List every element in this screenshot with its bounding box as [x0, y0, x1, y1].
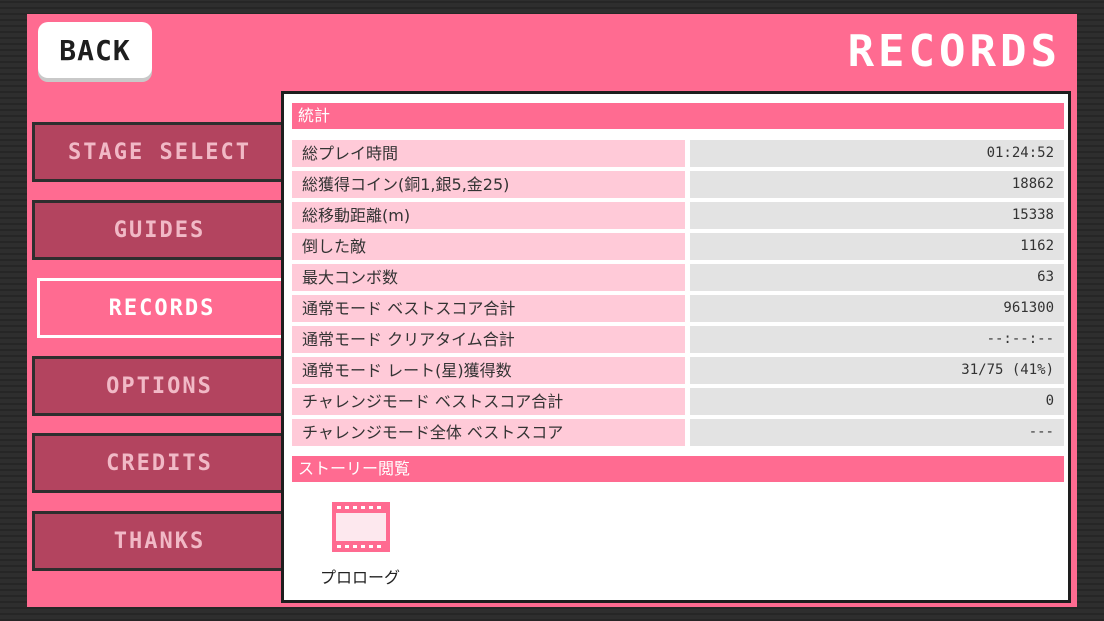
nav-item-credits[interactable]: CREDITS	[32, 433, 284, 493]
stat-label: チャレンジモード ベストスコア合計	[292, 388, 685, 415]
stat-row: 通常モード ベストスコア合計 961300	[292, 293, 1064, 324]
stat-value: 63	[690, 264, 1064, 291]
records-panel[interactable]: 統計 総プレイ時間 01:24:52 総獲得コイン(銅1,銀5,金25) 188…	[281, 91, 1071, 603]
stat-value: --:--:--	[690, 326, 1064, 353]
stat-row: 総プレイ時間 01:24:52	[292, 138, 1064, 169]
stat-row: チャレンジモード全体 ベストスコア ---	[292, 417, 1064, 448]
stat-value: 1162	[690, 233, 1064, 260]
stat-label: 通常モード レート(星)獲得数	[292, 357, 685, 384]
stat-row: 通常モード クリアタイム合計 --:--:--	[292, 324, 1064, 355]
stat-label: チャレンジモード全体 ベストスコア	[292, 419, 685, 446]
stats-section-header: 統計	[292, 103, 1064, 129]
nav-item-stage-select[interactable]: STAGE SELECT	[32, 122, 284, 182]
nav-item-records[interactable]: RECORDS	[37, 278, 284, 338]
nav-item-guides[interactable]: GUIDES	[32, 200, 284, 260]
page-title: RECORDS	[847, 26, 1061, 77]
back-button[interactable]: BACK	[38, 22, 152, 78]
stat-row: 総獲得コイン(銅1,銀5,金25) 18862	[292, 169, 1064, 200]
records-screen: BACK RECORDS STAGE SELECT GUIDES RECORDS…	[27, 14, 1077, 607]
nav-item-thanks[interactable]: THANKS	[32, 511, 284, 571]
story-item-label: プロローグ	[319, 568, 400, 587]
stat-value: 961300	[690, 295, 1064, 322]
stat-value: 01:24:52	[690, 140, 1064, 167]
stat-value: 15338	[690, 202, 1064, 229]
nav-item-options[interactable]: OPTIONS	[32, 356, 284, 416]
story-section-header: ストーリー閲覧	[292, 456, 1064, 482]
stat-label: 総プレイ時間	[292, 140, 685, 167]
stat-row: 総移動距離(m) 15338	[292, 200, 1064, 231]
stat-row: 倒した敵 1162	[292, 231, 1064, 262]
stat-value: ---	[690, 419, 1064, 446]
stat-value: 0	[690, 388, 1064, 415]
stat-label: 通常モード クリアタイム合計	[292, 326, 685, 353]
stat-row: 通常モード レート(星)獲得数 31/75 (41%)	[292, 355, 1064, 386]
story-item-prologue[interactable]: プロローグ	[310, 502, 410, 592]
stat-value: 31/75 (41%)	[690, 357, 1064, 384]
stat-label: 倒した敵	[292, 233, 685, 260]
stats-table: 総プレイ時間 01:24:52 総獲得コイン(銅1,銀5,金25) 18862 …	[292, 138, 1064, 448]
stat-label: 最大コンボ数	[292, 264, 685, 291]
stat-label: 総獲得コイン(銅1,銀5,金25)	[292, 171, 685, 198]
stat-row: チャレンジモード ベストスコア合計 0	[292, 386, 1064, 417]
stat-label: 総移動距離(m)	[292, 202, 685, 229]
stat-value: 18862	[690, 171, 1064, 198]
film-icon	[332, 502, 390, 552]
stat-row: 最大コンボ数 63	[292, 262, 1064, 293]
stat-label: 通常モード ベストスコア合計	[292, 295, 685, 322]
